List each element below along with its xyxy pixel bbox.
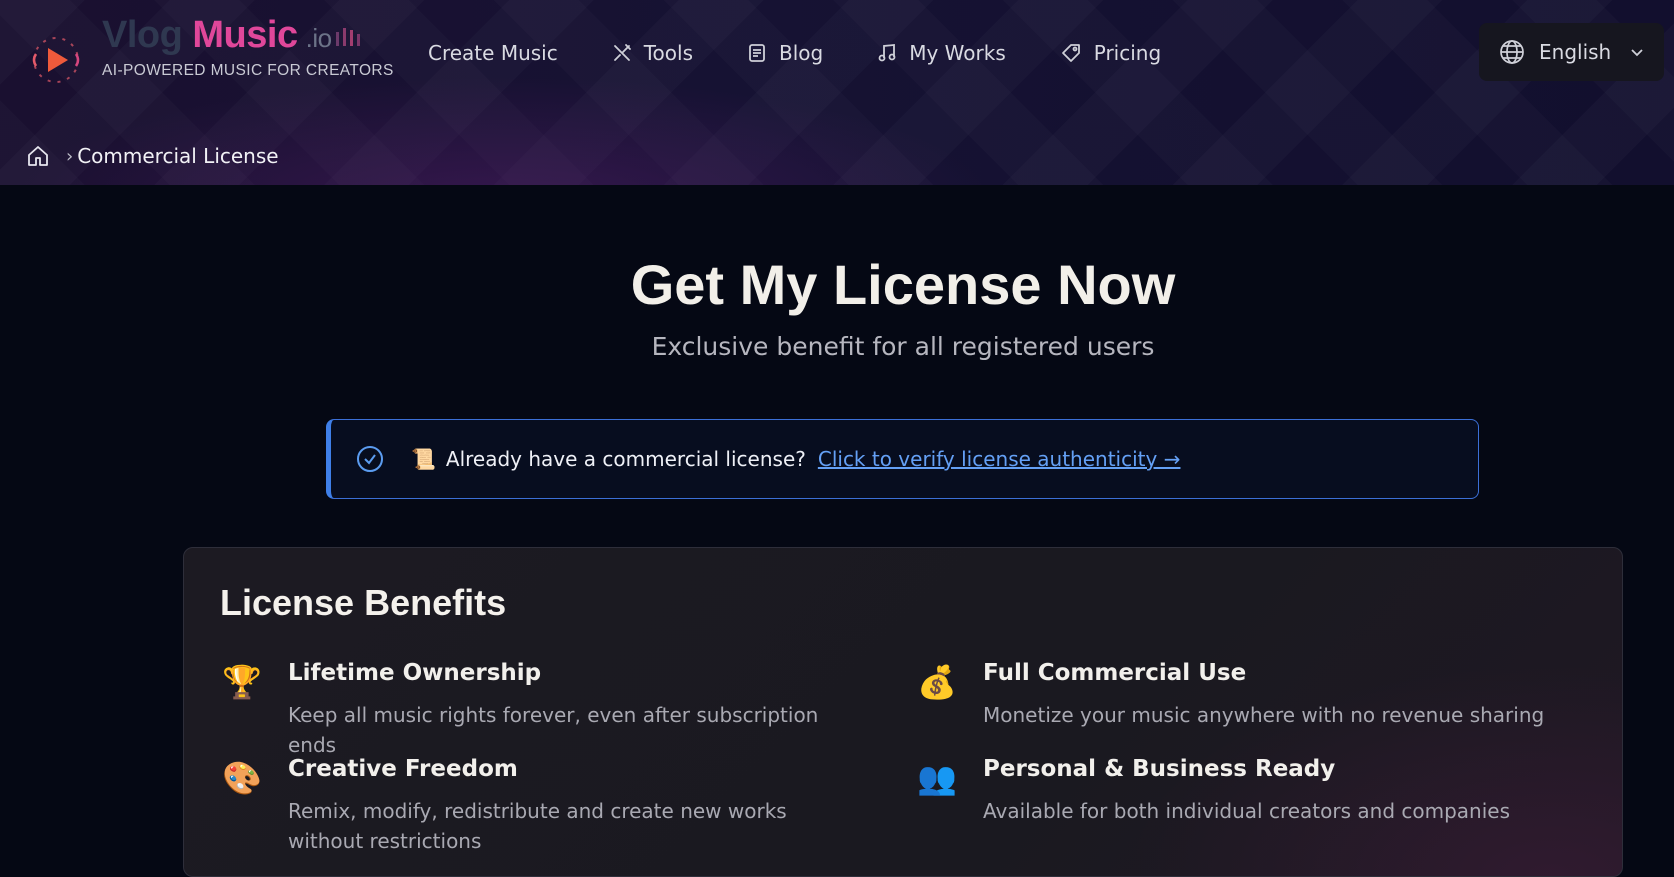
page-subtitle: Exclusive benefit for all registered use… <box>651 332 1155 361</box>
benefit-title: Creative Freedom <box>288 756 518 782</box>
nav-pricing-label: Pricing <box>1093 41 1162 65</box>
tools-icon <box>613 44 631 61</box>
nav-tools-label: Tools <box>643 41 693 65</box>
nav-tools[interactable]: Tools <box>612 41 693 65</box>
logo-vlog-text: Vlog <box>102 14 183 56</box>
benefit-title: Lifetime Ownership <box>288 660 542 686</box>
nav-create-music-label: Create Music <box>428 41 558 65</box>
verify-license-link[interactable]: Click to verify license authenticity → <box>818 447 1181 471</box>
verify-license-banner: 📜 Already have a commercial license? Cli… <box>326 419 1479 499</box>
logo-music-text: Music <box>192 14 298 56</box>
breadcrumb-separator-icon: › <box>66 145 74 167</box>
site-logo[interactable]: Vlog Music .io AI-POWERED MUSIC FOR CREAT… <box>28 10 393 83</box>
license-benefits-card: License Benefits 🏆 Lifetime Ownership Ke… <box>183 547 1623 877</box>
language-label: English <box>1539 40 1612 64</box>
check-circle-icon <box>357 446 383 472</box>
globe-icon <box>1500 40 1524 64</box>
nav-my-works[interactable]: My Works <box>877 41 1006 65</box>
logo-wordmark: Vlog Music .io <box>102 14 360 57</box>
benefit-description: Monetize your music anywhere with no rev… <box>983 703 1545 727</box>
tag-icon <box>1061 44 1080 62</box>
nav-blog-label: Blog <box>779 41 824 65</box>
money-bag-icon: 💰 <box>917 663 957 701</box>
site-header: Vlog Music .io AI-POWERED MUSIC FOR CREAT… <box>0 0 1674 185</box>
logo-tagline: AI-POWERED MUSIC FOR CREATORS <box>102 62 394 79</box>
benefit-description: Keep all music rights forever, even afte… <box>288 703 819 757</box>
logo-play-icon <box>32 37 80 83</box>
logo-io-text: .io <box>305 23 332 53</box>
nav-my-works-label: My Works <box>909 41 1006 65</box>
language-select[interactable]: English <box>1479 23 1664 81</box>
nav-create-music[interactable]: Create Music <box>428 41 558 65</box>
chevron-down-icon <box>1631 49 1643 57</box>
breadcrumb: › Commercial License <box>26 144 279 168</box>
benefit-title: Full Commercial Use <box>983 660 1247 686</box>
main-nav: Create Music Tools Blog My Works Pricing <box>428 34 1215 72</box>
people-icon: 👥 <box>917 759 957 797</box>
benefit-title: Personal & Business Ready <box>983 756 1336 782</box>
trophy-icon: 🏆 <box>222 663 262 701</box>
benefit-description: Available for both individual creators a… <box>983 799 1510 823</box>
home-icon[interactable] <box>26 144 50 168</box>
benefit-description: Remix, modify, redistribute and create n… <box>288 799 787 853</box>
page-title: Get My License Now <box>630 253 1176 316</box>
scroll-icon: 📜 <box>411 447 436 471</box>
palette-icon: 🎨 <box>222 759 262 797</box>
nav-pricing[interactable]: Pricing <box>1060 41 1161 65</box>
benefits-heading: License Benefits <box>220 582 507 623</box>
nav-blog[interactable]: Blog <box>747 41 823 65</box>
verify-question: Already have a commercial license? <box>445 447 806 471</box>
music-note-icon <box>878 44 896 62</box>
document-icon <box>749 44 765 62</box>
breadcrumb-current: Commercial License <box>77 144 279 168</box>
equalizer-bars-icon <box>335 27 360 46</box>
